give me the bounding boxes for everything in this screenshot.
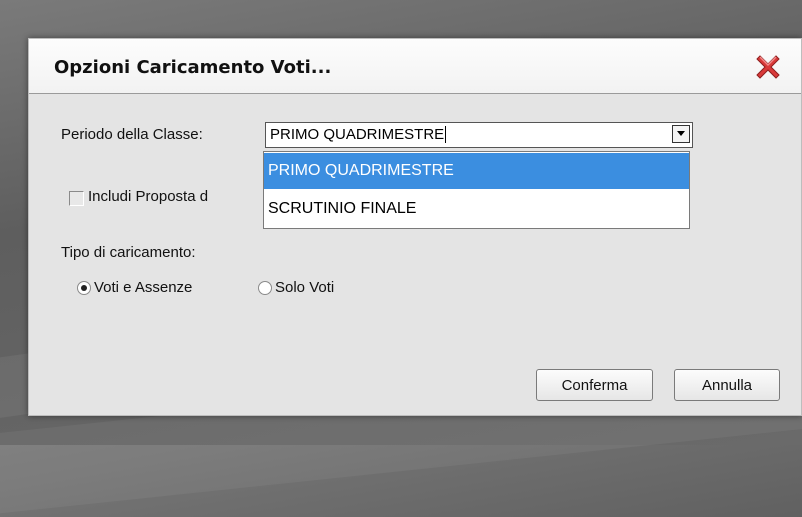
confirm-button[interactable]: Conferma [536, 369, 653, 401]
period-label: Periodo della Classe: [61, 126, 203, 143]
cancel-button[interactable]: Annulla [674, 369, 780, 401]
period-dropdown-list: PRIMO QUADRIMESTRE SCRUTINIO FINALE [263, 151, 690, 229]
radio-solo-voti[interactable] [258, 281, 272, 295]
radio-selected-dot [81, 285, 87, 291]
dialog-title: Opzioni Caricamento Voti... [54, 57, 332, 78]
radio-voti-assenze[interactable] [77, 281, 91, 295]
radio-voti-assenze-label: Voti e Assenze [94, 279, 193, 296]
dialog-content: Periodo della Classe: PRIMO QUADRIMESTRE… [29, 94, 801, 415]
period-select-value: PRIMO QUADRIMESTRE [270, 126, 447, 143]
close-icon[interactable] [755, 53, 781, 79]
dropdown-option-primo-quadrimestre[interactable]: PRIMO QUADRIMESTRE [264, 153, 689, 189]
chevron-down-icon[interactable] [672, 125, 690, 143]
load-type-label: Tipo di caricamento: [61, 244, 196, 261]
dropdown-option-scrutinio-finale[interactable]: SCRUTINIO FINALE [264, 191, 689, 227]
radio-solo-voti-label: Solo Voti [275, 279, 335, 296]
period-select[interactable]: PRIMO QUADRIMESTRE [265, 122, 693, 148]
include-proposal-checkbox[interactable] [69, 191, 84, 206]
dialog-titlebar: Opzioni Caricamento Voti... [29, 39, 801, 94]
include-proposal-label: Includi Proposta d [88, 188, 209, 205]
